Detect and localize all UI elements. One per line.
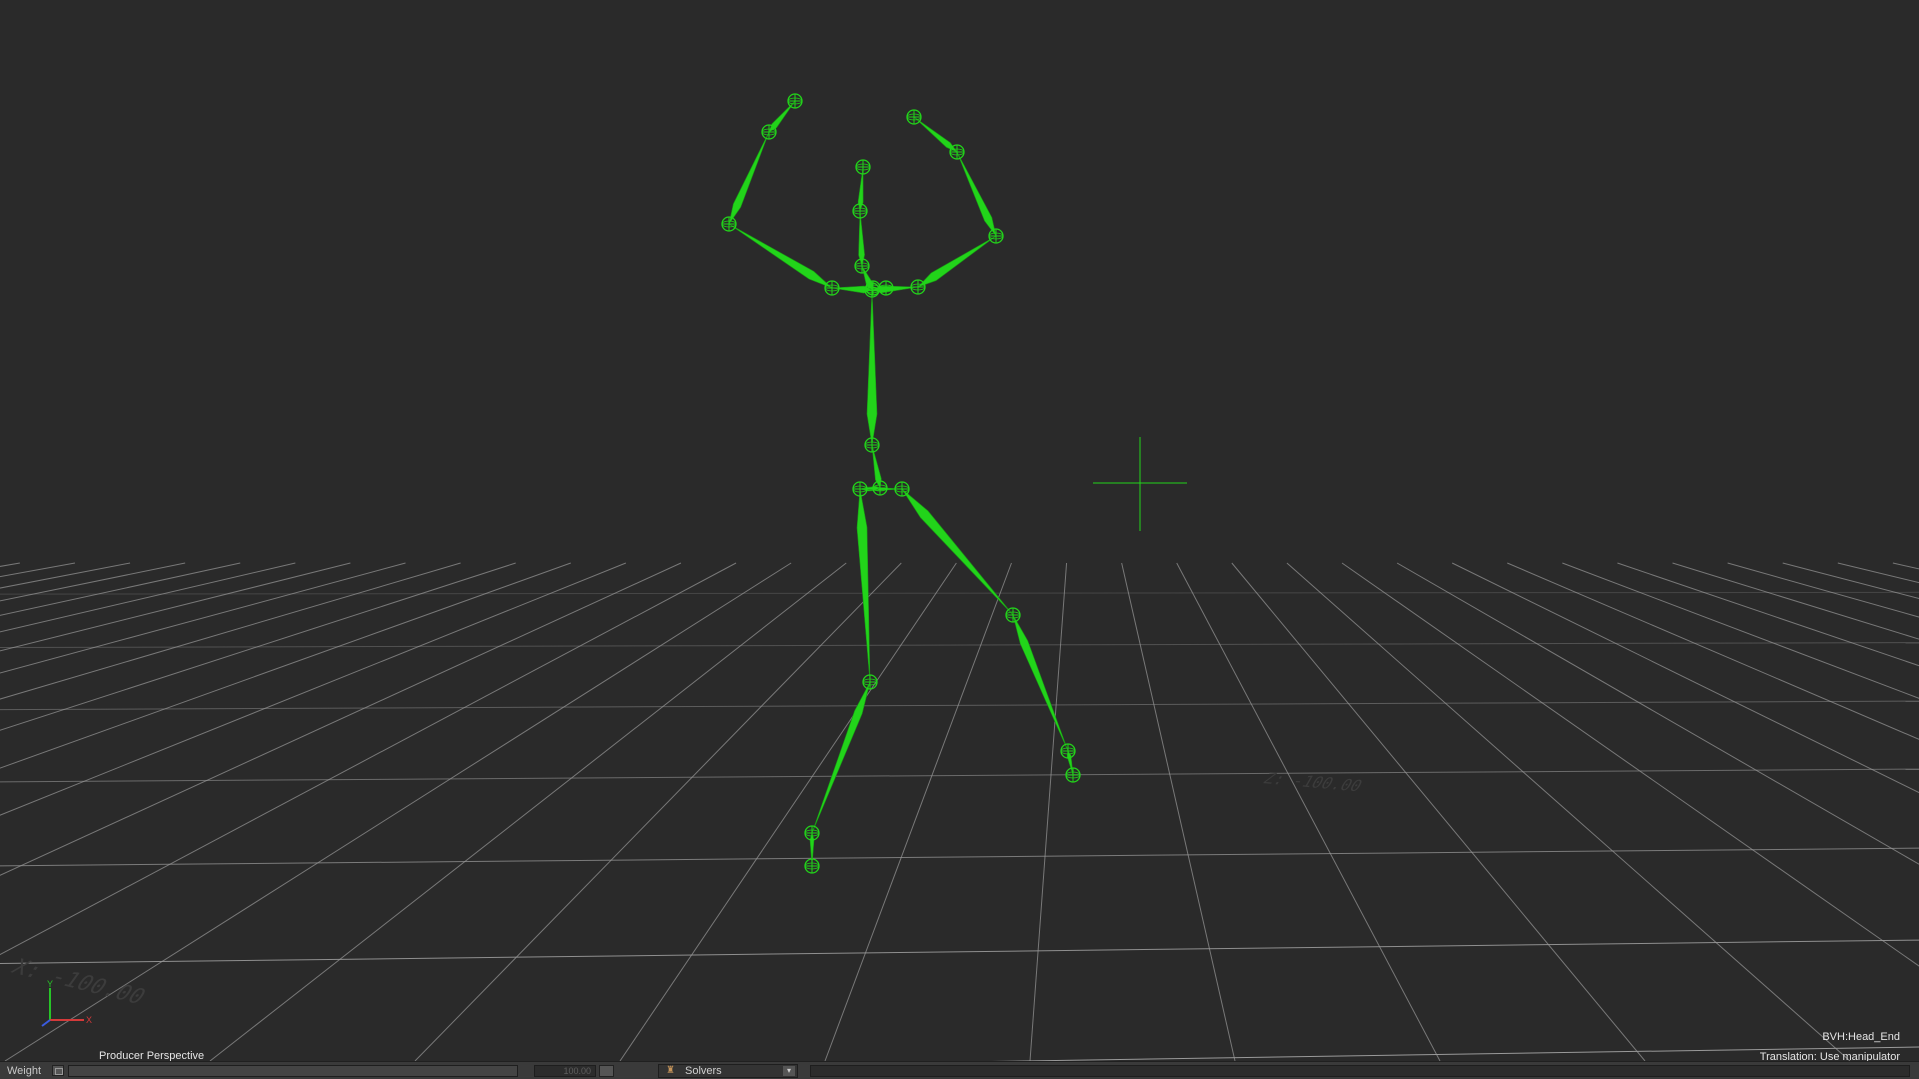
- solver-property-strip[interactable]: [810, 1065, 1910, 1077]
- grid-label-x: X: -100.00: [6, 955, 150, 1009]
- weight-slider[interactable]: [68, 1065, 518, 1077]
- weight-key-button[interactable]: [52, 1065, 64, 1076]
- solver-icon: ♜: [666, 1065, 675, 1076]
- weight-field-button[interactable]: [599, 1065, 614, 1077]
- motionbuilder-window: Y X X: -100.00 Z: -100.00 Producer Persp…: [0, 0, 1919, 1079]
- 3d-viewport[interactable]: Y X X: -100.00 Z: -100.00 Producer Persp…: [0, 0, 1919, 1063]
- solvers-label: Solvers: [685, 1065, 722, 1077]
- weight-label: Weight: [7, 1065, 42, 1077]
- selected-object-label: BVH:Head_End: [1822, 1031, 1900, 1043]
- grid-labels: X: -100.00 Z: -100.00: [6, 768, 1366, 1009]
- grid-label-z: Z: -100.00: [1260, 768, 1366, 795]
- solvers-dropdown[interactable]: ♜ Solvers ▾: [658, 1064, 798, 1078]
- chevron-down-icon[interactable]: ▾: [783, 1066, 795, 1076]
- weight-slider-fill: [69, 1066, 517, 1076]
- weight-value-field[interactable]: 100.00: [534, 1065, 596, 1077]
- bottom-toolbar: Weight 100.00 ♜ Solvers ▾: [0, 1061, 1919, 1079]
